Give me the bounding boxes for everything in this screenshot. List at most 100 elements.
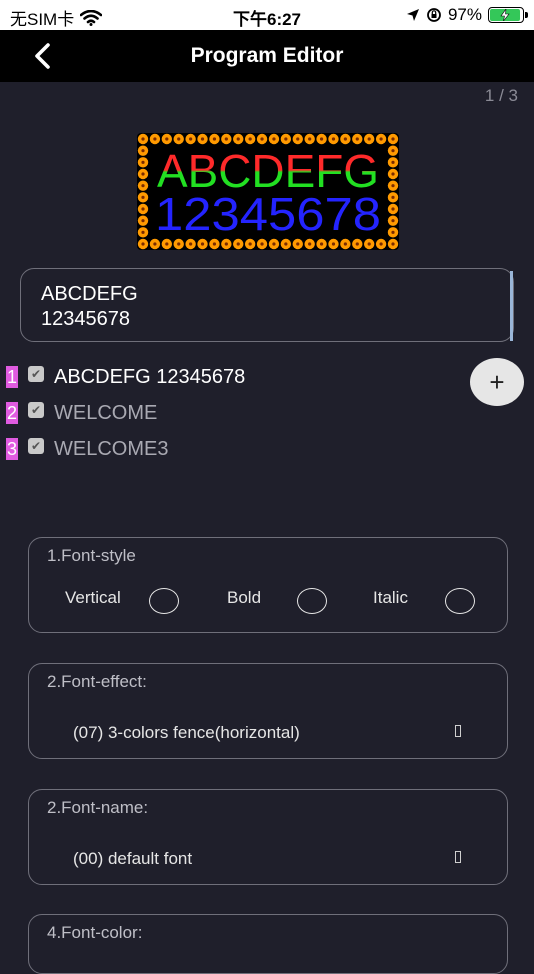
program-label: WELCOME [54, 401, 158, 424]
font-style-panel: 1.Font-style Vertical Bold Italic [28, 537, 508, 633]
fence-dot-center [367, 137, 371, 141]
program-item-1[interactable]: 1 ✔ ABCDEFG 12345678 [6, 362, 245, 392]
vertical-option-label: Vertical [65, 588, 121, 607]
fence-dot-center [391, 195, 395, 199]
fence-dot-center [260, 242, 264, 246]
fence-dot-center [236, 242, 240, 246]
charging-bolt-icon [500, 9, 510, 21]
fence-dot-center [141, 242, 145, 246]
fence-dot-center [331, 242, 336, 246]
dropdown-icon[interactable] [455, 725, 461, 737]
italic-radio[interactable] [445, 588, 475, 614]
fence-dot-center [248, 137, 252, 141]
program-text-input[interactable]: ABCDEFG 12345678 [20, 268, 514, 342]
orientation-lock-icon [427, 8, 441, 22]
fence-dot-center [308, 137, 312, 141]
fence-dot-center [308, 242, 312, 246]
fence-dot-center [391, 184, 395, 188]
fence-dot-center [319, 242, 324, 246]
fence-dot-center [296, 242, 300, 246]
fence-dot-center [391, 149, 395, 153]
status-right: 97% [406, 5, 528, 25]
fence-dot-center [391, 242, 395, 246]
text-input-line1: ABCDEFG [41, 283, 138, 305]
fence-dot-center [391, 137, 395, 141]
program-checkbox-1[interactable]: ✔ [28, 366, 44, 382]
fence-dot-center [224, 137, 228, 141]
fence-dot-center [141, 219, 145, 223]
fence-dot-center [391, 172, 395, 176]
page-indicator: 1 / 3 [484, 86, 518, 105]
fence-dot-center [367, 242, 371, 246]
fence-dot-center [189, 242, 193, 246]
fence-dot-center [272, 242, 276, 246]
plus-icon: + [489, 366, 505, 397]
fence-dot-center [248, 242, 252, 246]
program-label: WELCOME3 [54, 437, 169, 460]
bold-option-label: Bold [227, 588, 262, 607]
fence-dot-center [177, 137, 181, 141]
checkmark-icon: ✔ [30, 367, 42, 381]
fence-dot-center [141, 207, 145, 211]
checkmark-icon: ✔ [30, 403, 42, 417]
fence-dot-center [391, 160, 395, 164]
fence-dot-center [141, 195, 145, 199]
font-effect-title: 2.Font-effect: [47, 672, 147, 691]
battery-cap [525, 12, 528, 18]
program-number-badge: 2 [6, 402, 18, 424]
fence-dot-center [379, 242, 383, 246]
fence-dot-center [165, 242, 169, 246]
text-input-line2: 12345678 [41, 308, 130, 330]
nav-bar: Program Editor [0, 30, 534, 82]
fence-dot-center [272, 137, 276, 141]
fence-dot-center [391, 219, 395, 223]
font-color-panel: 4.Font-color: [28, 914, 508, 974]
font-color-title: 4.Font-color: [47, 923, 143, 942]
preview-line2: 12345678 [155, 188, 381, 240]
fence-dot-center [189, 137, 193, 141]
fence-dot-center [200, 137, 205, 141]
font-effect-select[interactable]: (07) 3-colors fence(horizontal) [73, 723, 300, 743]
fence-dot-center [177, 242, 181, 246]
fence-dot-center [391, 207, 395, 211]
fence-dot-center [165, 137, 169, 141]
battery-percent: 97% [447, 5, 482, 24]
program-checkbox-2[interactable]: ✔ [28, 402, 44, 418]
led-preview: ABCDEFG 12345678 [137, 133, 399, 250]
location-arrow-icon [406, 9, 419, 21]
program-checkbox-3[interactable]: ✔ [28, 438, 44, 454]
dropdown-icon[interactable] [455, 851, 461, 863]
font-style-title: 1.Font-style [47, 546, 136, 565]
fence-dot-center [212, 242, 217, 246]
program-item-2[interactable]: 2 ✔ WELCOME [6, 398, 157, 428]
font-name-panel[interactable]: 2.Font-name: (00) default font [28, 789, 508, 885]
fence-dot-center [141, 172, 145, 176]
fence-dot-center [391, 230, 395, 234]
add-program-button[interactable]: + [470, 358, 524, 406]
bold-radio[interactable] [297, 588, 327, 614]
fence-dot-center [236, 137, 240, 141]
program-number-badge: 1 [6, 366, 18, 388]
fence-dot-center [355, 242, 359, 246]
program-item-3[interactable]: 3 ✔ WELCOME3 [6, 434, 168, 464]
fence-dot-center [355, 137, 359, 141]
status-bar: 无SIM卡 下午6:27 97% [0, 0, 534, 30]
fence-dot-center [141, 230, 145, 234]
font-name-select[interactable]: (00) default font [73, 849, 192, 869]
fence-dot-center [284, 137, 288, 141]
fence-dot-center [296, 137, 300, 141]
fence-dot-center [153, 242, 157, 246]
battery-icon [488, 7, 528, 23]
fence-dot-center [379, 137, 383, 141]
fence-dot-center [153, 137, 157, 141]
fence-dot-center [141, 160, 145, 164]
fence-dot-center [212, 137, 217, 141]
vertical-radio[interactable] [149, 588, 179, 614]
fence-dot-center [200, 242, 205, 246]
font-effect-panel[interactable]: 2.Font-effect: (07) 3-colors fence(horiz… [28, 663, 508, 759]
fence-dot-center [224, 242, 228, 246]
text-caret [510, 271, 513, 341]
fence-dot-center [343, 137, 347, 141]
fence-dot-center [260, 137, 264, 141]
italic-option-label: Italic [373, 588, 408, 607]
